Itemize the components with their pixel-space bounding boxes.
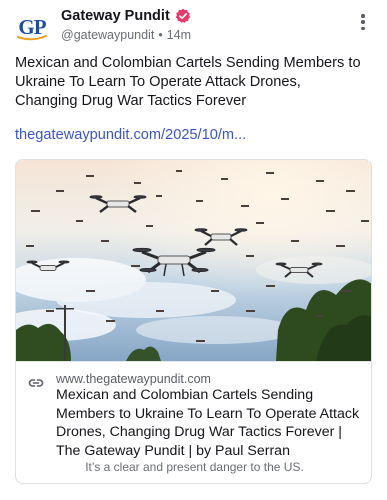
meta-separator: •: [158, 28, 163, 42]
post-link[interactable]: thegatewaypundit.com/2025/10/m...: [15, 127, 246, 143]
link-icon: [28, 379, 44, 387]
author-name[interactable]: Gateway Pundit: [61, 8, 170, 24]
avatar[interactable]: GP: [13, 8, 51, 46]
author-meta: @gatewaypundit • 14m: [61, 28, 191, 42]
author-info: Gateway Pundit @gatewaypundit • 14m: [61, 6, 191, 42]
card-image-drone-swarm: [16, 160, 371, 361]
logo-swoosh-icon: [17, 35, 47, 41]
social-post: GP Gateway Pundit @gatewaypundit • 14m M…: [0, 0, 387, 500]
author-handle[interactable]: @gatewaypundit: [61, 28, 154, 42]
card-body: www.thegatewaypundit.com Mexican and Col…: [16, 361, 371, 483]
card-title: Mexican and Colombian Cartels Sending Me…: [56, 387, 360, 459]
link-preview-card[interactable]: www.thegatewaypundit.com Mexican and Col…: [15, 159, 372, 484]
post-header: GP Gateway Pundit @gatewaypundit • 14m: [13, 6, 375, 46]
author-name-row: Gateway Pundit: [61, 6, 191, 26]
card-domain: www.thegatewaypundit.com: [56, 372, 211, 386]
post-text: Mexican and Colombian Cartels Sending Me…: [15, 55, 361, 109]
post-time[interactable]: 14m: [167, 28, 191, 42]
more-vertical-icon[interactable]: [355, 12, 371, 32]
card-description: It’s a clear and present danger to the U…: [85, 460, 304, 474]
verified-badge-icon: [175, 8, 190, 23]
